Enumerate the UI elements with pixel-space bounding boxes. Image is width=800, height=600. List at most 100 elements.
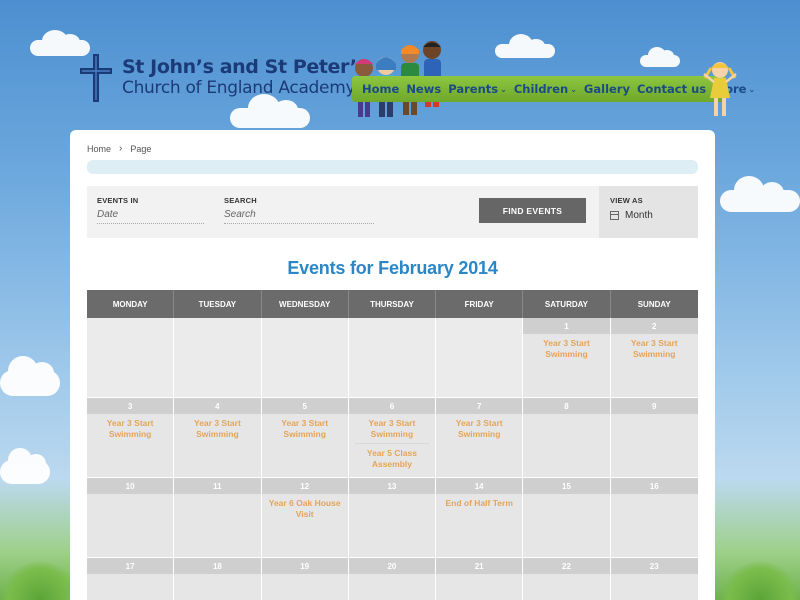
nav-item-home[interactable]: Home [362, 82, 399, 96]
day-number: 20 [348, 558, 436, 574]
calendar-day-cell[interactable]: 11 [174, 478, 262, 558]
day-number: 7 [436, 398, 523, 414]
calendar-day-cell[interactable]: 16 [610, 478, 698, 558]
calendar-day-cell[interactable]: 14 End of Half Term [436, 478, 524, 558]
event-link[interactable]: Year 3 Start Swimming [349, 414, 435, 443]
day-number: 15 [523, 478, 610, 494]
day-number: 16 [610, 478, 698, 494]
day-number [349, 318, 435, 334]
grass-decoration [0, 560, 80, 600]
cloud-decoration [0, 356, 60, 396]
calendar-day-cell[interactable]: 10 [87, 478, 175, 558]
breadcrumb-current: Page [130, 143, 152, 154]
date-input[interactable]: Date [97, 209, 204, 224]
school-name-line2: Church of England Academy [122, 78, 356, 98]
event-link[interactable]: Year 3 Start Swimming [611, 334, 698, 363]
events-in-label: EVENTS IN [97, 196, 139, 205]
find-events-button[interactable]: FIND EVENTS [479, 198, 586, 223]
event-link[interactable]: Year 5 Class Assembly [354, 443, 430, 473]
cloud-decoration [720, 176, 800, 212]
view-as-selector[interactable]: VIEW AS Month [599, 186, 698, 238]
weekday-header-thursday: THURSDAY [349, 290, 437, 318]
day-number [174, 318, 260, 334]
breadcrumb: Home › Page [87, 143, 151, 154]
girl-illustration [700, 56, 740, 120]
nav-item-contact-us[interactable]: Contact us [637, 82, 706, 96]
calendar-day-cell[interactable]: 2 Year 3 Start Swimming [610, 318, 698, 398]
weekday-header-sunday: SUNDAY [637, 299, 671, 309]
school-logo[interactable]: St John’s and St Peter’s Church of Engla… [76, 52, 368, 104]
nav-item-gallery[interactable]: Gallery [584, 82, 630, 96]
calendar-day-cell[interactable]: 23 [610, 558, 698, 600]
calendar-day-cell[interactable]: 18 [174, 558, 262, 600]
calendar-day-cell[interactable]: 8 [523, 398, 611, 478]
nav-item-children[interactable]: Children ⌄ [514, 82, 577, 96]
day-number: 21 [436, 558, 523, 574]
breadcrumb-home-link[interactable]: Home [87, 144, 111, 154]
notice-bar [87, 160, 698, 174]
calendar-day-cell[interactable]: 5 Year 3 Start Swimming [261, 398, 349, 478]
event-filter-bar: EVENTS IN Date SEARCH Search FIND EVENTS… [87, 186, 698, 238]
day-number: 11 [174, 478, 261, 494]
school-name-line1: St John’s and St Peter’s [122, 56, 368, 78]
calendar-week-row: 3 Year 3 Start Swimming 4 Year 3 Start Swim… [87, 398, 698, 478]
calendar-day-cell [348, 318, 437, 398]
calendar-day-cell[interactable]: 6 Year 3 Start Swimming Year 5 Class Assem… [348, 398, 437, 478]
chevron-down-icon: ⌄ [570, 84, 577, 94]
calendar-day-cell[interactable]: 1 Year 3 Start Swimming [523, 318, 611, 398]
calendar-day-cell[interactable]: 15 [523, 478, 611, 558]
day-number [436, 318, 522, 334]
calendar-title: Events for February 2014 [287, 258, 498, 278]
weekday-header-saturday: SATURDAY [523, 290, 611, 318]
day-number: 5 [261, 398, 348, 414]
content-panel: Home › Page EVENTS IN Date SEARCH Search… [70, 130, 715, 600]
event-link[interactable]: Year 3 Start Swimming [436, 414, 522, 443]
event-link[interactable]: End of Half Term [436, 494, 522, 512]
nav-item-news[interactable]: News [406, 82, 441, 96]
calendar-day-cell [436, 318, 524, 398]
chevron-down-icon: ⌄ [500, 84, 507, 94]
event-link[interactable]: Year 3 Start Swimming [523, 334, 609, 363]
day-number: 22 [523, 558, 610, 574]
calendar-day-cell[interactable]: 7 Year 3 Start Swimming [436, 398, 524, 478]
grass-decoration [720, 560, 800, 600]
day-number: 4 [174, 398, 261, 414]
day-number: 19 [261, 558, 348, 574]
day-number: 8 [523, 398, 610, 414]
nav-item-parents[interactable]: Parents ⌄ [448, 82, 507, 96]
calendar-day-cell[interactable]: 3 Year 3 Start Swimming [87, 398, 175, 478]
calendar-day-cell[interactable]: 21 [436, 558, 524, 600]
view-as-label: VIEW AS [610, 196, 643, 205]
day-number: 10 [87, 478, 174, 494]
chevron-right-icon: › [119, 143, 123, 154]
search-input[interactable]: Search [224, 209, 374, 224]
site-header: St John’s and St Peter’s Church of Engla… [0, 0, 800, 130]
calendar-day-cell[interactable]: 22 [523, 558, 611, 600]
main-navigation: Home News Parents ⌄ Children ⌄ Gallery Con… [352, 76, 755, 102]
day-number [262, 318, 348, 334]
calendar-day-cell[interactable]: 12 Year 6 Oak House Visit [261, 478, 349, 558]
weekday-header-wednesday: WEDNESDAY [262, 290, 349, 318]
calendar-day-cell[interactable]: 13 [348, 478, 437, 558]
search-label: SEARCH [224, 196, 257, 205]
month-calendar: MONDAY TUESDAY WEDNESDAY THURSDAY FRIDAY SATU… [87, 290, 698, 600]
calendar-week-row: 17 18 19 20 21 22 23 [87, 558, 698, 600]
day-number: 1 [523, 318, 610, 334]
calendar-day-cell[interactable]: 19 [261, 558, 349, 600]
day-number: 23 [610, 558, 698, 574]
calendar-day-cell[interactable]: 4 Year 3 Start Swimming [174, 398, 262, 478]
event-link[interactable]: Year 3 Start Swimming [262, 414, 348, 443]
day-number: 3 [87, 398, 174, 414]
event-link[interactable]: Year 3 Start Swimming [87, 414, 173, 443]
day-number: 6 [348, 398, 436, 414]
calendar-day-cell[interactable]: 20 [348, 558, 437, 600]
day-number: 2 [610, 318, 698, 334]
calendar-week-row: 10 11 12 Year 6 Oak House Visit 13 14 End of H… [87, 478, 698, 558]
calendar-day-cell[interactable]: 17 [87, 558, 175, 600]
cross-icon [76, 52, 116, 104]
calendar-day-cell [174, 318, 262, 398]
event-link[interactable]: Year 6 Oak House Visit [262, 494, 348, 523]
event-link[interactable]: Year 3 Start Swimming [174, 414, 260, 443]
calendar-day-cell [87, 318, 175, 398]
calendar-day-cell[interactable]: 9 [610, 398, 698, 478]
